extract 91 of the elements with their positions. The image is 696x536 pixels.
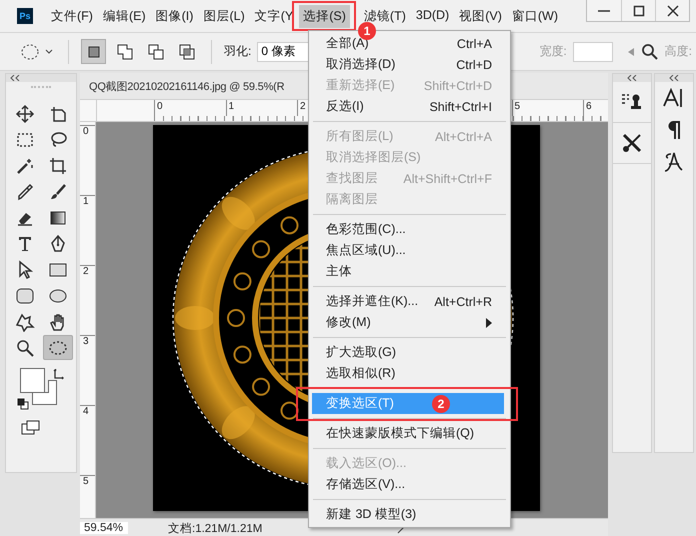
menu-item-label: 重新选择(E) [326, 77, 395, 94]
menu-item[interactable]: 存储选区(V)... [312, 474, 504, 495]
menu-item-label: 扩大选取(G) [326, 344, 396, 361]
menu-bar-item[interactable]: 文字(Y [250, 4, 298, 28]
character-icon[interactable] [663, 88, 685, 108]
search-icon[interactable] [640, 42, 659, 60]
swap-arrows-icon[interactable] [53, 369, 65, 381]
menu-item[interactable]: 新建 3D 模型(3) [312, 504, 504, 525]
maximize-icon [632, 4, 644, 16]
menu-bar-item[interactable]: 视图(V) [455, 4, 506, 28]
background-color-swatch[interactable] [32, 380, 57, 405]
ruler-label: 1 [226, 100, 297, 116]
minimize-icon [598, 10, 610, 12]
menu-bar-item[interactable]: 选择(S) [299, 4, 350, 28]
menu-item-label: 色彩范围(C)... [326, 221, 406, 238]
collapse-icon[interactable] [669, 75, 679, 81]
step-badge: 1 [358, 22, 376, 40]
menu-item[interactable]: 选取相似(R) [312, 363, 504, 384]
menu-bar-item[interactable]: 图像(I) [152, 4, 198, 28]
menu-bar-item[interactable]: 编辑(E) [98, 4, 150, 28]
menu-item[interactable]: 修改(M) [312, 312, 504, 333]
ruler-label: 4 [80, 405, 95, 475]
zoom-field[interactable]: 59.54% [80, 522, 128, 534]
custom-shape-icon [14, 312, 34, 332]
menu-bar-item[interactable]: 图层(L) [199, 4, 249, 28]
menu-item-label: 选择并遮住(K)... [326, 293, 418, 310]
width-label: 宽度: [539, 43, 567, 60]
menu-item-label: 所有图层(L) [326, 128, 394, 145]
add-selection-icon [114, 42, 134, 62]
menu-item-label: 修改(M) [326, 314, 371, 331]
shortcut-label: Alt+Shift+Ctrl+F [403, 172, 492, 186]
move-icon [14, 104, 34, 124]
ruler-label: 0 [80, 125, 95, 195]
app-logo: Ps [17, 8, 33, 24]
triangle-icon [626, 46, 635, 56]
menu-item-label: 在快速蒙版模式下编辑(Q) [326, 425, 474, 442]
menu-item-label: 载入选区(O)... [326, 455, 406, 472]
height-label: 高度: [664, 43, 692, 60]
menu-item[interactable]: 扩大选取(G) [312, 342, 504, 363]
menu-item[interactable]: 色彩范围(C)... [312, 219, 504, 240]
shortcut-label: Ctrl+A [456, 36, 492, 50]
intersect-selection-icon [176, 42, 196, 62]
menu-item[interactable]: 在快速蒙版模式下编辑(Q) [312, 423, 504, 444]
menu-item-label: 新建 3D 模型(3) [326, 506, 416, 523]
step-badge: 2 [432, 394, 450, 412]
close-icon [666, 4, 678, 16]
shortcut-label: Alt+Ctrl+R [434, 294, 492, 308]
feather-label: 羽化: [224, 43, 252, 60]
menu-item-label: 主体 [326, 263, 352, 280]
foreground-color-swatch[interactable] [20, 368, 45, 393]
subtract-selection-icon [146, 42, 166, 62]
menu-item[interactable]: 焦点区域(U)... [312, 240, 504, 261]
menu-item-label: 存储选区(V)... [326, 476, 406, 493]
menu-item[interactable]: 主体 [312, 261, 504, 282]
shortcut-label: Shift+Ctrl+D [424, 78, 492, 92]
glyphs-icon[interactable] [663, 151, 685, 173]
new-selection-button[interactable] [81, 39, 106, 64]
collapse-icon[interactable] [627, 75, 637, 81]
menu-bar-item[interactable]: 3D(D) [412, 4, 454, 28]
menu-item-label: 变换选区(T) [326, 395, 394, 412]
menu-bar-item[interactable]: 窗口(W) [508, 4, 562, 28]
document-info: 文档:1.21M/1.21M [168, 522, 262, 536]
zoom-icon [14, 338, 34, 358]
paragraph-icon[interactable] [667, 120, 681, 140]
tools-icon[interactable] [621, 132, 643, 154]
width-field[interactable] [572, 42, 613, 62]
menu-item-label: 隔离图层 [326, 191, 378, 208]
stamp-icon[interactable] [621, 92, 643, 112]
screen-mode-icon[interactable] [21, 420, 41, 436]
menu-bar-item[interactable]: 文件(F) [47, 4, 97, 28]
ruler-label: 0 [154, 100, 226, 116]
document-tab[interactable]: QQ截图20210202161146.jpg @ 59.5%(R [80, 78, 284, 94]
ruler-label: 3 [80, 335, 95, 405]
ellipse-marquee-tool-button[interactable] [42, 335, 72, 360]
menu-item-label: 查找图层 [326, 170, 378, 187]
default-colors-icon[interactable] [17, 398, 29, 410]
shortcut-label: Ctrl+D [456, 58, 492, 72]
menu-item-label: 选取相似(R) [326, 365, 396, 382]
shortcut-label: Shift+Ctrl+I [429, 100, 492, 114]
shortcut-label: Alt+Ctrl+A [435, 130, 492, 144]
ruler-label: 1 [80, 195, 95, 265]
menu-item[interactable]: 选择并遮住(K)... Alt+Ctrl+R [312, 291, 504, 312]
crop-icon [48, 156, 68, 176]
ruler-label: 2 [80, 265, 95, 335]
menu-item-label: 反选(I) [326, 98, 364, 115]
menu-item-label: 取消选择图层(S) [326, 149, 421, 166]
menu-item-label: 取消选择(D) [326, 56, 396, 73]
menu-item[interactable]: 变换选区(T) 2 [312, 393, 504, 414]
collapse-icon[interactable] [10, 75, 20, 81]
rounded-rectangle-icon [14, 286, 34, 306]
menu-item-label: 焦点区域(U)... [326, 242, 406, 259]
